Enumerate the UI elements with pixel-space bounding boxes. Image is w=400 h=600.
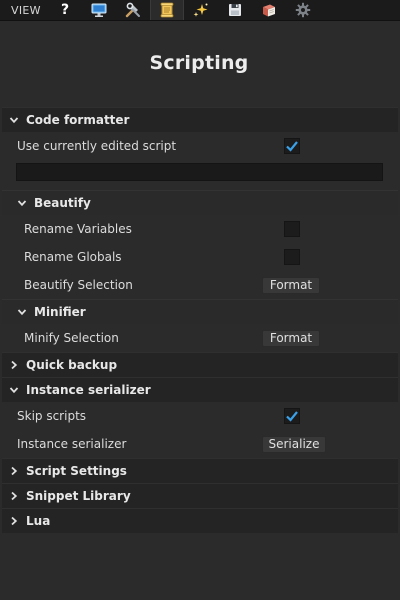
section-title: Beautify [34, 196, 91, 210]
option-label: Instance serializer [17, 437, 127, 451]
settings-panel: Code formatter Use currently edited scri… [2, 107, 398, 533]
monitor-button[interactable] [82, 0, 116, 20]
tools-button[interactable] [116, 0, 150, 20]
checkmark-icon [286, 141, 298, 152]
gear-icon [295, 2, 311, 18]
beautify-selection-row: Beautify Selection Format [2, 271, 398, 299]
scripting-tab[interactable] [150, 0, 184, 20]
section-minifier[interactable]: Minifier [2, 299, 398, 324]
chevron-right-icon [2, 466, 26, 476]
book-button[interactable] [252, 0, 286, 20]
book-icon [263, 4, 275, 16]
option-label: Beautify Selection [24, 278, 133, 292]
section-code-formatter[interactable]: Code formatter [2, 107, 398, 132]
rename-variables-checkbox[interactable] [284, 221, 300, 237]
help-button[interactable]: ? [48, 0, 82, 20]
section-title: Quick backup [26, 358, 118, 372]
view-menu[interactable]: VIEW [0, 0, 48, 20]
section-title: Minifier [34, 305, 86, 319]
serialize-button[interactable]: Serialize [262, 435, 326, 453]
use-current-script-checkbox[interactable] [284, 138, 300, 154]
floppy-disk-icon [229, 4, 241, 16]
section-title: Code formatter [26, 113, 130, 127]
use-current-script-row: Use currently edited script [2, 132, 398, 160]
section-title: Snippet Library [26, 489, 131, 503]
option-label: Rename Globals [24, 250, 122, 264]
chevron-down-icon [2, 115, 26, 125]
chevron-down-icon [10, 198, 34, 208]
skip-scripts-row: Skip scripts [2, 402, 398, 430]
chevron-down-icon [10, 307, 34, 317]
section-title: Instance serializer [26, 383, 151, 397]
save-button[interactable] [218, 0, 252, 20]
toolbar: VIEW ? [0, 0, 400, 21]
section-beautify[interactable]: Beautify [2, 190, 398, 215]
settings-button[interactable] [286, 0, 320, 20]
beautify-format-button[interactable]: Format [262, 276, 320, 294]
help-icon: ? [60, 2, 70, 18]
section-quick-backup[interactable]: Quick backup [2, 352, 398, 377]
page-title: Scripting [149, 52, 249, 74]
section-script-settings[interactable]: Script Settings [2, 458, 398, 483]
section-title: Lua [26, 514, 51, 528]
tools-icon [125, 2, 140, 18]
instance-serializer-row: Instance serializer Serialize [2, 430, 398, 458]
minify-format-button[interactable]: Format [262, 329, 320, 347]
section-snippet-library[interactable]: Snippet Library [2, 483, 398, 508]
option-label: Use currently edited script [17, 139, 177, 153]
rename-globals-row: Rename Globals [2, 243, 398, 271]
rename-variables-row: Rename Variables [2, 215, 398, 243]
monitor-icon [91, 3, 107, 17]
checkmark-icon [286, 411, 298, 422]
sparkle-icon [193, 3, 208, 17]
scripting-window: VIEW ? Scripting Code formatter Use curr… [0, 0, 400, 600]
chevron-right-icon [2, 491, 26, 501]
option-label: Skip scripts [17, 409, 87, 423]
chevron-down-icon [2, 385, 26, 395]
script-input-row [2, 160, 398, 184]
section-lua[interactable]: Lua [2, 508, 398, 533]
rename-globals-checkbox[interactable] [284, 249, 300, 265]
sparkle-button[interactable] [184, 0, 218, 20]
chevron-right-icon [2, 516, 26, 526]
scroll-icon [160, 2, 174, 18]
option-label: Rename Variables [24, 222, 132, 236]
option-label: Minify Selection [24, 331, 119, 345]
section-title: Script Settings [26, 464, 127, 478]
chevron-right-icon [2, 360, 26, 370]
script-path-input[interactable] [16, 163, 383, 181]
skip-scripts-checkbox[interactable] [284, 408, 300, 424]
section-instance-serializer[interactable]: Instance serializer [2, 377, 398, 402]
minify-selection-row: Minify Selection Format [2, 324, 398, 352]
